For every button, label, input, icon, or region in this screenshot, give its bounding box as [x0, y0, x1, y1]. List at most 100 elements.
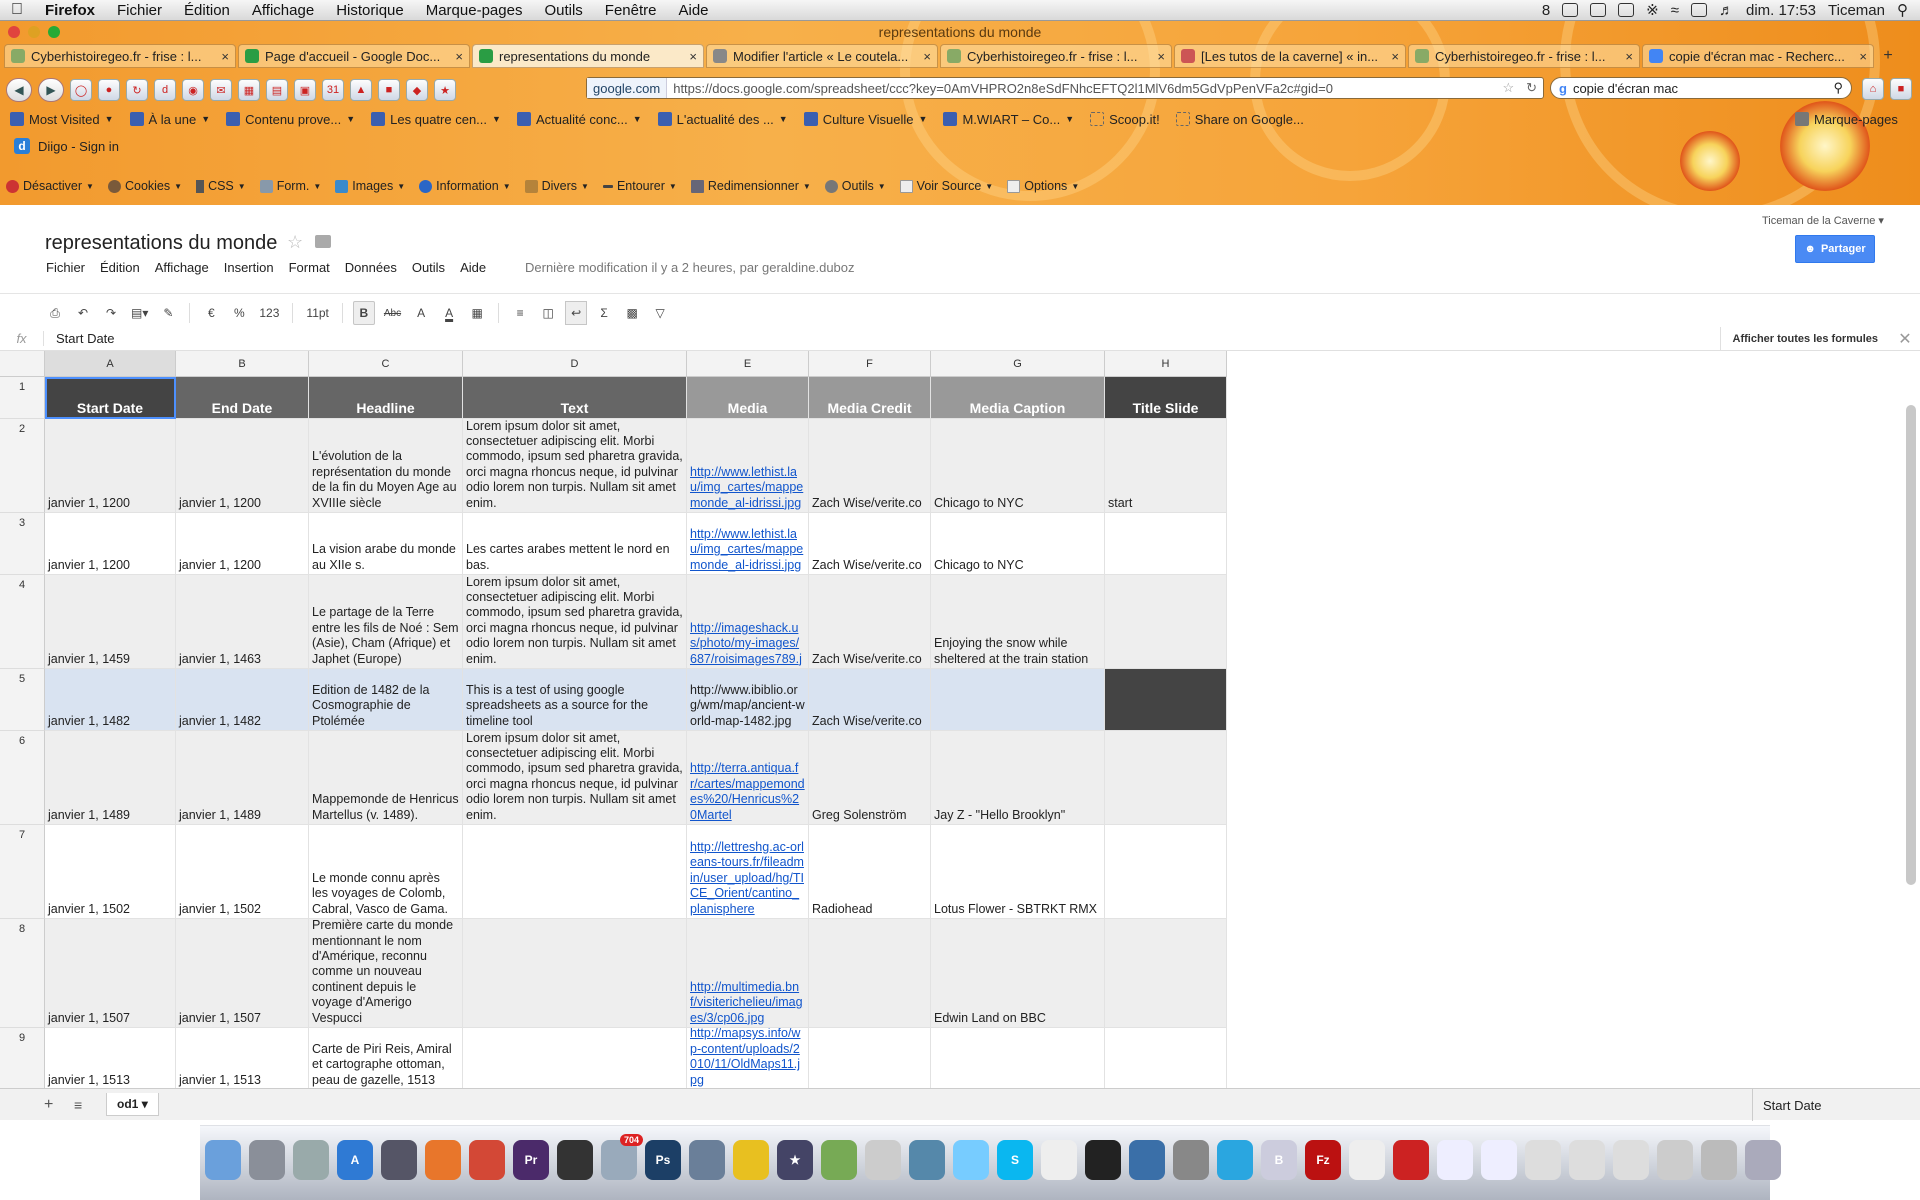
- folder-icon[interactable]: [315, 235, 331, 248]
- sync-icon[interactable]: [1590, 3, 1607, 17]
- insert-chart-icon[interactable]: ▩: [621, 301, 643, 325]
- document-stack-icon[interactable]: [1437, 1140, 1473, 1180]
- wrap-text-icon[interactable]: ↩: [565, 301, 588, 325]
- volume-icon[interactable]: ♬: [1719, 2, 1734, 19]
- apple-menu-icon[interactable]: : [0, 1, 34, 19]
- table-cell-link[interactable]: http://mapsys.info/wp-content/uploads/20…: [687, 1028, 809, 1088]
- webdev-menu[interactable]: Form. ▼: [259, 179, 321, 193]
- currency-format-button[interactable]: €: [200, 301, 222, 325]
- column-header[interactable]: C: [309, 351, 463, 377]
- row-header[interactable]: 9: [0, 1028, 45, 1088]
- table-cell[interactable]: janvier 1, 1513: [176, 1028, 309, 1088]
- bird-app-icon[interactable]: [733, 1140, 769, 1180]
- skype-icon[interactable]: S: [997, 1140, 1033, 1180]
- table-cell[interactable]: [931, 1028, 1105, 1088]
- zoom-window-icon[interactable]: [48, 26, 60, 38]
- functions-button[interactable]: Σ: [593, 301, 615, 325]
- clock[interactable]: dim. 17:53: [1746, 2, 1816, 19]
- table-cell[interactable]: Zach Wise/verite.co: [809, 419, 931, 513]
- webdev-menu[interactable]: Voir Source ▼: [899, 179, 993, 193]
- document-stack-icon[interactable]: [1525, 1140, 1561, 1180]
- menubar-item[interactable]: Édition: [173, 2, 241, 19]
- table-cell[interactable]: janvier 1, 1200: [176, 419, 309, 513]
- table-cell[interactable]: janvier 1, 1507: [176, 919, 309, 1028]
- table-cell[interactable]: Le partage de la Terre entre les fils de…: [309, 575, 463, 669]
- table-cell[interactable]: Jay Z - "Hello Brooklyn": [931, 731, 1105, 825]
- filezilla-icon[interactable]: Fz: [1305, 1140, 1341, 1180]
- bookmark-folder[interactable]: Most Visited ▼: [10, 112, 114, 127]
- browser-tab[interactable]: [Les tutos de la caverne] « in... ×: [1174, 44, 1406, 68]
- new-tab-button[interactable]: +: [1876, 44, 1900, 68]
- menubar-item[interactable]: Historique: [325, 2, 415, 19]
- close-tab-icon[interactable]: ×: [689, 49, 697, 64]
- table-cell-link[interactable]: http://lettreshg.ac-orleans-tours.fr/fil…: [687, 825, 809, 919]
- table-cell[interactable]: Greg Solenström: [809, 731, 931, 825]
- addon-icon[interactable]: ↻: [126, 79, 148, 101]
- browser-tab[interactable]: Cyberhistoiregeo.fr - frise : l... ×: [940, 44, 1172, 68]
- webdev-menu[interactable]: Désactiver ▼: [6, 179, 94, 193]
- system-preferences-icon[interactable]: [381, 1140, 417, 1180]
- docs-menu-item[interactable]: Édition: [100, 260, 140, 275]
- undo-icon[interactable]: ↶: [72, 301, 94, 325]
- paste-icon[interactable]: ▤▾: [128, 301, 151, 325]
- dropbox-icon[interactable]: [1562, 3, 1579, 17]
- row-header[interactable]: 8: [0, 919, 45, 1028]
- close-tab-icon[interactable]: ×: [221, 49, 229, 64]
- forward-button[interactable]: ▶: [38, 78, 64, 102]
- document-stack-icon[interactable]: [1349, 1140, 1385, 1180]
- premiere-icon[interactable]: Pr: [513, 1140, 549, 1180]
- docs-menu-item[interactable]: Outils: [412, 260, 445, 275]
- table-cell[interactable]: Carte de Piri Reis, Amiral et cartograph…: [309, 1028, 463, 1088]
- docs-menu-item[interactable]: Affichage: [155, 260, 209, 275]
- close-tab-icon[interactable]: ×: [1157, 49, 1165, 64]
- audacity-icon[interactable]: [1085, 1140, 1121, 1180]
- menubar-item[interactable]: Fenêtre: [594, 2, 668, 19]
- row-header[interactable]: 4: [0, 575, 45, 669]
- bookmark-folder[interactable]: Actualité conc... ▼: [516, 112, 642, 127]
- document-title[interactable]: representations du monde: [45, 232, 277, 255]
- calendar-icon[interactable]: 31: [322, 79, 344, 101]
- webdev-menu[interactable]: Divers ▼: [524, 179, 589, 193]
- table-cell[interactable]: janvier 1, 1200: [176, 513, 309, 575]
- sheet-tab[interactable]: od1 ▾: [106, 1093, 159, 1116]
- strikethrough-button[interactable]: Abc: [381, 301, 404, 325]
- filter-icon[interactable]: ▽: [649, 301, 671, 325]
- header-cell[interactable]: Text: [463, 377, 687, 419]
- firefox-icon[interactable]: [425, 1140, 461, 1180]
- search-input[interactable]: copie d'écran mac: [1573, 81, 1828, 96]
- close-tab-icon[interactable]: ×: [1391, 49, 1399, 64]
- webdev-menu[interactable]: Entourer ▼: [602, 179, 677, 193]
- font-size-dropdown[interactable]: 11pt: [303, 301, 331, 325]
- minimize-window-icon[interactable]: [28, 26, 40, 38]
- addon-icon[interactable]: ■: [378, 79, 400, 101]
- document-icon[interactable]: [865, 1140, 901, 1180]
- menubar-item[interactable]: Marque-pages: [415, 2, 534, 19]
- browser-tab[interactable]: Cyberhistoiregeo.fr - frise : l... ×: [1408, 44, 1640, 68]
- webdev-menu[interactable]: Cookies ▼: [107, 179, 182, 193]
- addon-icon[interactable]: ▦: [238, 79, 260, 101]
- table-cell[interactable]: [463, 919, 687, 1028]
- status-count[interactable]: 8: [1542, 2, 1550, 19]
- search-icon[interactable]: ⚲: [1833, 80, 1843, 96]
- header-cell[interactable]: Media: [687, 377, 809, 419]
- bookmark-folder[interactable]: Les quatre cen... ▼: [371, 112, 501, 127]
- table-cell[interactable]: janvier 1, 1482: [45, 669, 176, 731]
- close-tab-icon[interactable]: ×: [1625, 49, 1633, 64]
- table-cell[interactable]: La vision arabe du monde au XIIe s.: [309, 513, 463, 575]
- downloads-stack-icon[interactable]: [1701, 1140, 1737, 1180]
- column-header[interactable]: B: [176, 351, 309, 377]
- selection-summary[interactable]: Start Date: [1752, 1089, 1822, 1121]
- document-stack-icon[interactable]: [1569, 1140, 1605, 1180]
- addon-icon[interactable]: ▣: [294, 79, 316, 101]
- back-button[interactable]: ◀: [6, 78, 32, 102]
- row-header[interactable]: 5: [0, 669, 45, 731]
- table-cell[interactable]: [809, 919, 931, 1028]
- menubar-item[interactable]: Fichier: [106, 2, 173, 19]
- table-cell[interactable]: janvier 1, 1459: [45, 575, 176, 669]
- docs-menu-item[interactable]: Fichier: [46, 260, 85, 275]
- swf-icon[interactable]: [1393, 1140, 1429, 1180]
- close-icon[interactable]: ✕: [1890, 329, 1920, 349]
- preferences-app-icon[interactable]: [953, 1140, 989, 1180]
- address-bar[interactable]: google.com https://docs.google.com/sprea…: [586, 77, 1544, 99]
- table-cell[interactable]: This is a test of using google spreadshe…: [463, 669, 687, 731]
